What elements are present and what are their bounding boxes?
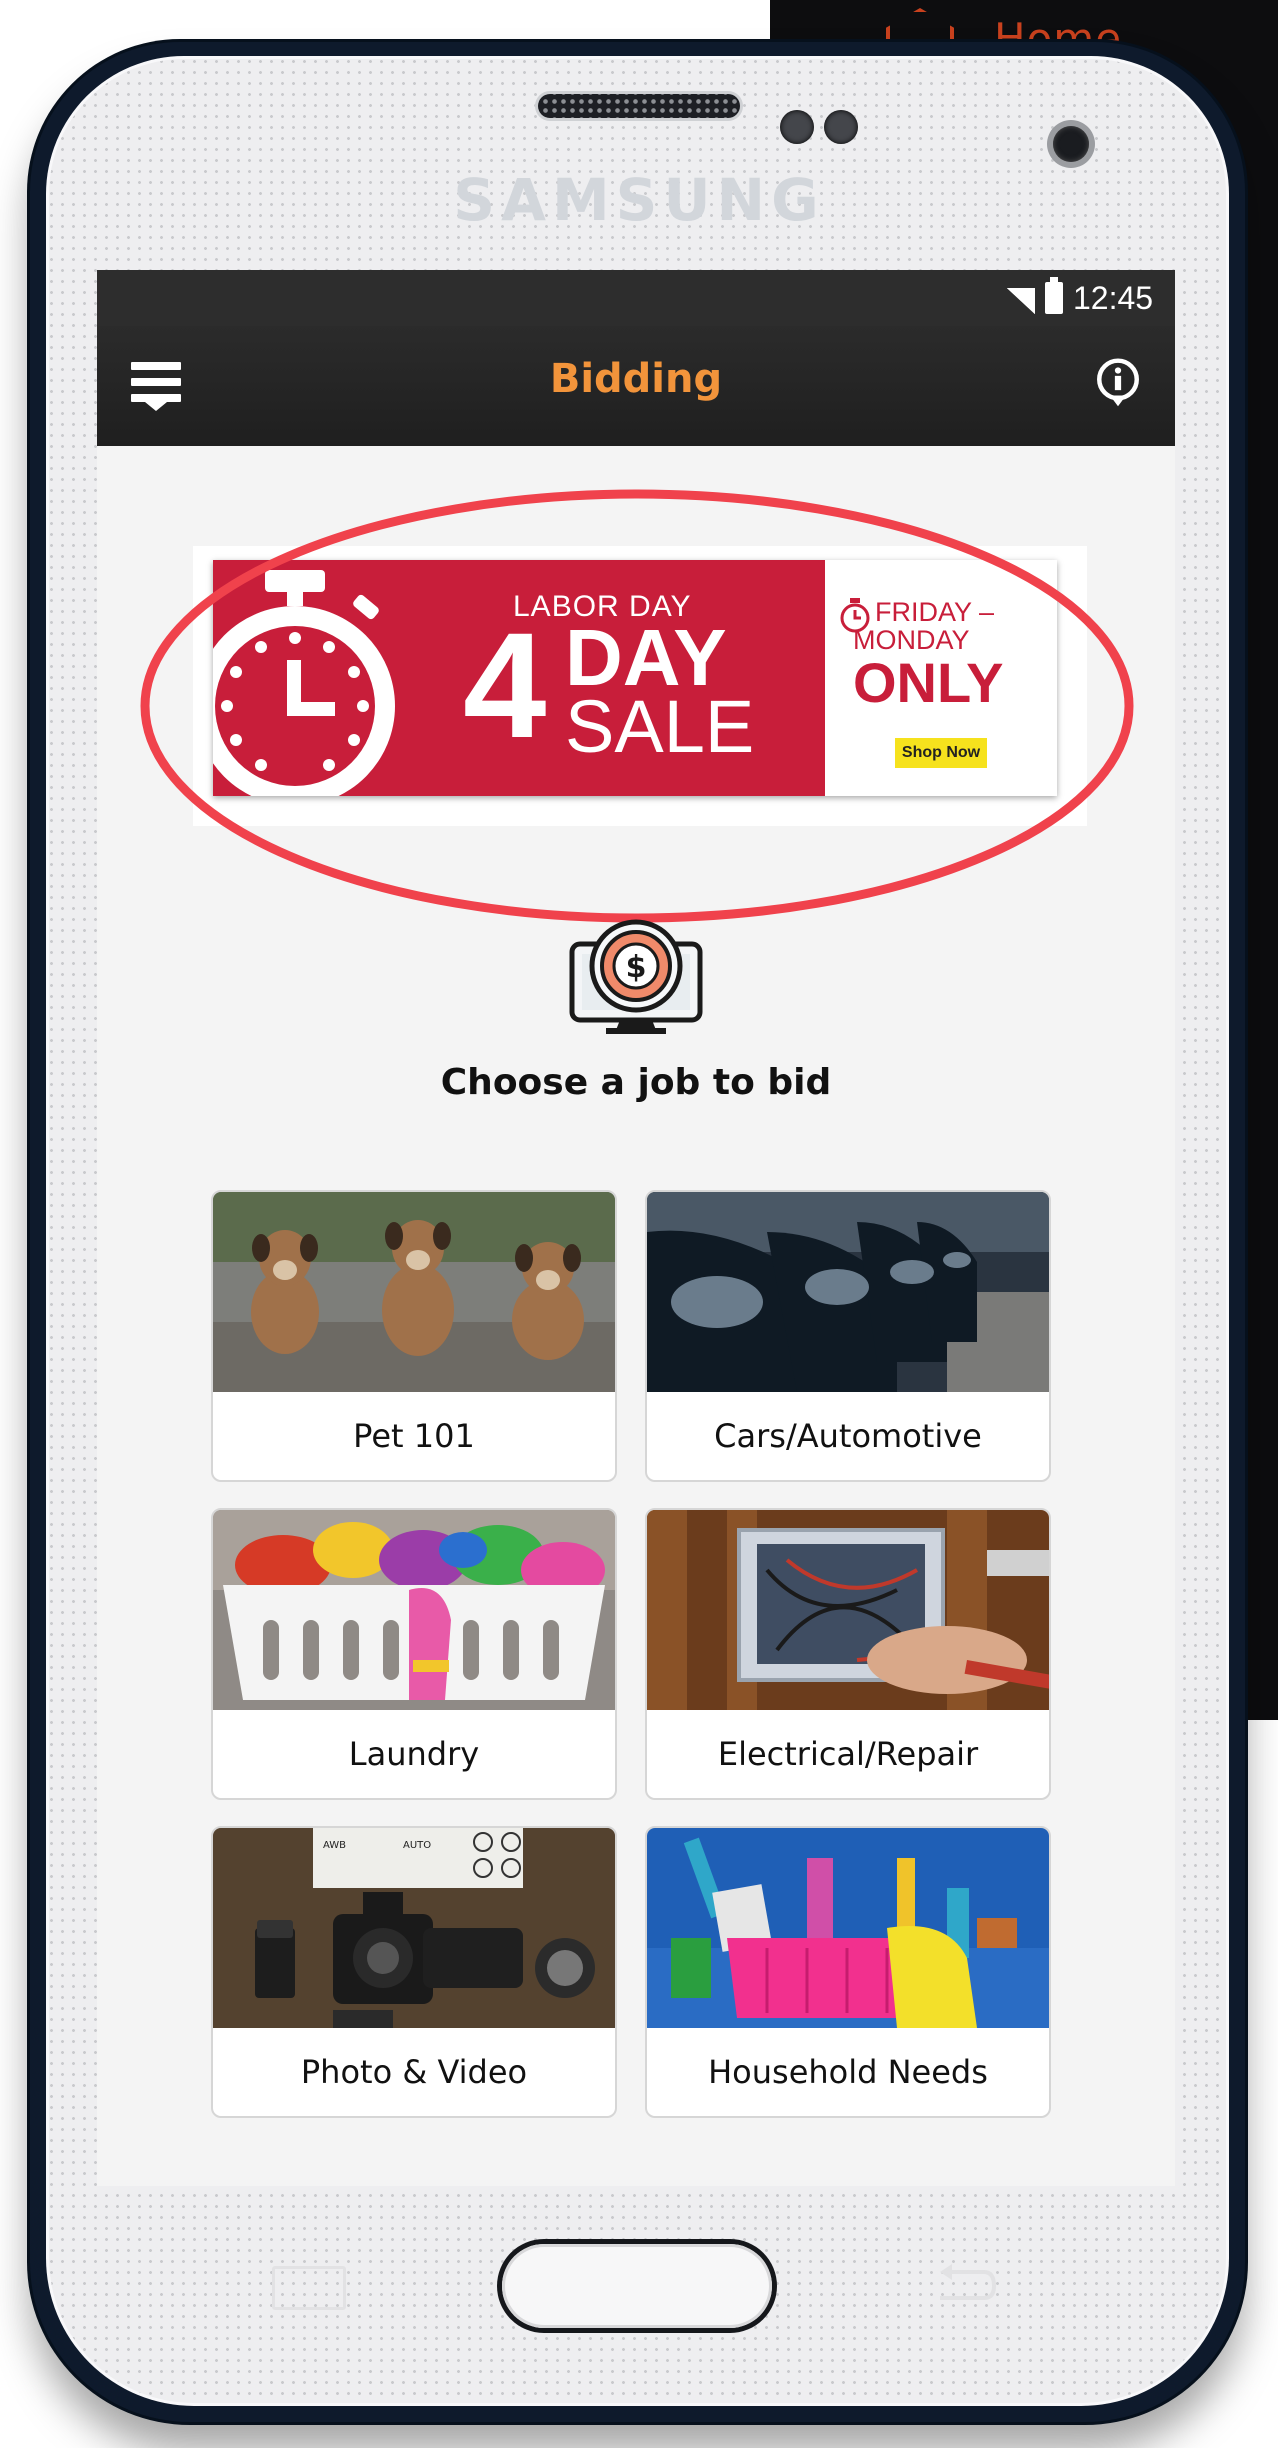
stopwatch-icon xyxy=(213,570,395,796)
app-bar: Bidding xyxy=(97,326,1175,446)
category-card-pet[interactable]: Pet 101 xyxy=(211,1190,617,1482)
category-card-laundry[interactable]: Laundry xyxy=(211,1508,617,1800)
banner-only: ONLY xyxy=(853,651,1004,714)
electrical-photo xyxy=(647,1510,1049,1710)
device-brand-logo: SAMSUNG xyxy=(453,166,825,234)
category-label: Laundry xyxy=(348,1735,480,1773)
svg-text:$: $ xyxy=(626,950,647,985)
status-time: 12:45 xyxy=(1073,280,1154,316)
category-card-household[interactable]: Household Needs xyxy=(645,1826,1051,2118)
battery-icon xyxy=(1045,277,1063,314)
section-title: Choose a job to bid xyxy=(440,1062,832,1103)
front-camera xyxy=(1053,126,1089,162)
camera-mode-auto: AUTO xyxy=(403,1840,431,1851)
camera-photo: AWB AUTO xyxy=(213,1828,615,2028)
category-card-photo[interactable]: AWB AUTO Photo & Video xyxy=(211,1826,617,2118)
category-card-cars[interactable]: Cars/Automotive xyxy=(645,1190,1051,1482)
category-label: Electrical/Repair xyxy=(717,1735,979,1773)
status-bar: 12:45 xyxy=(97,270,1175,326)
banner-sale: SALE xyxy=(565,685,755,768)
banner-number: 4 xyxy=(463,601,547,769)
info-icon[interactable] xyxy=(1093,358,1143,408)
pet-photo xyxy=(213,1192,615,1392)
category-label: Pet 101 xyxy=(353,1417,475,1455)
shop-now-button[interactable]: Shop Now xyxy=(895,738,987,768)
home-button[interactable] xyxy=(502,2244,772,2328)
camera-mode-awb: AWB xyxy=(323,1840,346,1851)
category-label: Cars/Automotive xyxy=(714,1417,982,1455)
light-sensor xyxy=(824,110,858,144)
category-label: Household Needs xyxy=(708,2053,988,2091)
cleaning-supplies-photo xyxy=(647,1828,1049,2028)
page-title: Bidding xyxy=(549,356,723,402)
signal-icon xyxy=(1007,288,1035,314)
category-card-electrical[interactable]: Electrical/Repair xyxy=(645,1508,1051,1800)
category-label: Photo & Video xyxy=(300,2053,528,2091)
banner-friday: FRIDAY – xyxy=(875,597,995,627)
proximity-sensor xyxy=(780,110,814,144)
back-arrow-icon[interactable] xyxy=(930,2264,1000,2306)
app-screen: 12:45 Bidding LABOR DAY 4 DAY SALE FRIDA… xyxy=(97,270,1175,2186)
cars-photo xyxy=(647,1192,1049,1392)
banner-right-panel: FRIDAY – MONDAY ONLY Shop Now xyxy=(825,560,1057,796)
promo-banner[interactable]: LABOR DAY 4 DAY SALE FRIDAY – MONDAY ONL… xyxy=(213,560,1057,796)
laundry-photo xyxy=(213,1510,615,1710)
recent-apps-key[interactable] xyxy=(272,2266,346,2310)
bid-monitor-dollar-icon: $ xyxy=(569,919,703,1034)
earpiece-speaker xyxy=(538,94,740,118)
